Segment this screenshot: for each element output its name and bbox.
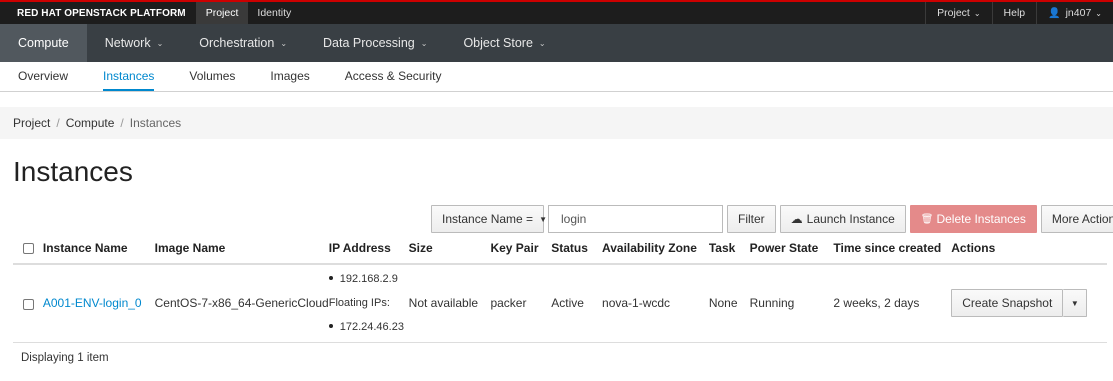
status-cell: Active <box>551 264 603 343</box>
delete-instances-button[interactable]: 🗑 Delete Instances <box>909 205 1037 233</box>
bullet-icon <box>328 276 333 281</box>
more-actions-button[interactable]: More Actions ▼ <box>1040 205 1113 233</box>
nav-network-label: Network <box>104 36 151 50</box>
project-dropdown[interactable]: Project ⌄ <box>925 2 991 24</box>
bullet-icon <box>328 324 333 329</box>
breadcrumb-compute[interactable]: Compute <box>66 116 115 130</box>
help-link[interactable]: Help <box>991 2 1037 24</box>
col-power-state[interactable]: Power State <box>749 233 834 265</box>
nav-data-processing-label: Data Processing <box>323 36 415 50</box>
launch-instance-button[interactable]: ☁ Launch Instance <box>779 205 906 233</box>
row-actions-toggle[interactable]: ▼ <box>1063 289 1088 318</box>
cloud-upload-icon: ☁ <box>790 212 803 226</box>
row-select-cell <box>13 264 43 343</box>
sub-nav: Overview Instances Volumes Images Access… <box>0 62 1113 92</box>
search-input[interactable]: login <box>548 205 723 233</box>
table-toolbar: Instance Name = ▼ login Filter ☁ Launch … <box>431 205 1113 233</box>
breadcrumb-project[interactable]: Project <box>13 116 50 130</box>
top-tab-identity[interactable]: Identity <box>247 2 300 24</box>
col-image-name[interactable]: Image Name <box>154 233 329 265</box>
chevron-down-icon: ⌄ <box>280 38 288 48</box>
delete-instances-label: Delete Instances <box>936 212 1026 226</box>
caret-down-icon: ▼ <box>539 214 547 224</box>
page-title: Instances <box>13 156 133 187</box>
size-cell: Not available <box>408 264 491 343</box>
breadcrumb-separator: / <box>120 116 124 130</box>
col-task[interactable]: Task <box>708 233 750 265</box>
ip-address-cell: 192.168.2.9 Floating IPs: 172.24.46.23 <box>328 264 409 343</box>
user-dropdown[interactable]: 👤 jn407 ⌄ <box>1036 2 1113 24</box>
col-actions: Actions <box>951 233 1107 265</box>
fixed-ip: 192.168.2.9 <box>339 273 398 286</box>
top-tab-project[interactable]: Project <box>195 2 248 24</box>
trash-icon: 🗑 <box>920 213 934 225</box>
key-pair-cell: packer <box>490 264 552 343</box>
nav-orchestration-label: Orchestration <box>199 36 275 50</box>
col-time-since-created[interactable]: Time since created <box>833 233 952 265</box>
col-instance-name[interactable]: Instance Name <box>42 233 155 265</box>
create-snapshot-button[interactable]: Create Snapshot <box>951 289 1064 318</box>
filter-field-select[interactable]: Instance Name = ▼ <box>431 205 547 233</box>
subnav-overview[interactable]: Overview <box>18 62 68 91</box>
user-name: jn407 <box>1065 7 1092 19</box>
main-nav: Compute Network ⌄ Orchestration ⌄ Data Pro… <box>0 24 1113 62</box>
power-state-cell: Running <box>749 264 834 343</box>
select-all-checkbox[interactable] <box>23 243 34 255</box>
nav-orchestration[interactable]: Orchestration ⌄ <box>181 24 305 62</box>
instance-name-link[interactable]: A001-ENV-login_0 <box>43 296 142 310</box>
col-status[interactable]: Status <box>551 233 603 265</box>
chevron-down-icon: ⌄ <box>420 38 428 48</box>
row-checkbox[interactable] <box>23 298 34 310</box>
breadcrumb-current: Instances <box>129 116 182 130</box>
nav-data-processing[interactable]: Data Processing ⌄ <box>305 24 445 62</box>
select-all-cell <box>13 233 43 265</box>
subnav-access-security[interactable]: Access & Security <box>345 62 442 91</box>
availability-zone-cell: nova-1-wcdc <box>602 264 709 343</box>
chevron-down-icon: ⌄ <box>538 38 546 48</box>
top-bar: RED HAT OPENSTACK PLATFORM Project Ident… <box>0 0 1113 24</box>
more-actions-label: More Actions <box>1051 212 1113 226</box>
nav-network[interactable]: Network ⌄ <box>87 24 182 62</box>
col-ip-address[interactable]: IP Address <box>328 233 409 265</box>
image-name-cell: CentOS-7-x86_64-GenericCloud <box>154 264 329 343</box>
time-since-created-cell: 2 weeks, 2 days <box>833 264 952 343</box>
subnav-volumes[interactable]: Volumes <box>189 62 235 91</box>
nav-compute-label: Compute <box>18 36 69 50</box>
subnav-images[interactable]: Images <box>270 62 309 91</box>
task-cell: None <box>708 264 750 343</box>
top-right-menu: Project ⌄ Help 👤 jn407 ⌄ <box>925 2 1113 24</box>
row-actions-group: Create Snapshot ▼ <box>951 289 1088 318</box>
user-icon: 👤 <box>1048 7 1061 19</box>
nav-object-store-label: Object Store <box>463 36 533 50</box>
chevron-down-icon: ⌄ <box>1095 8 1102 18</box>
nav-object-store[interactable]: Object Store ⌄ <box>445 24 563 62</box>
floating-ips-label: Floating IPs: <box>328 297 390 310</box>
instance-name-cell: A001-ENV-login_0 <box>42 264 155 343</box>
nav-compute[interactable]: Compute <box>0 24 87 62</box>
caret-down-icon: ▼ <box>1070 298 1079 308</box>
brand-logo: RED HAT OPENSTACK PLATFORM <box>17 7 186 19</box>
launch-instance-label: Launch Instance <box>806 212 895 226</box>
item-count: Displaying 1 item <box>21 352 109 364</box>
breadcrumb: Project / Compute / Instances <box>0 107 1113 139</box>
table-row: A001-ENV-login_0 CentOS-7-x86_64-Generic… <box>13 264 1107 343</box>
chevron-down-icon: ⌄ <box>973 8 981 18</box>
floating-ip: 172.24.46.23 <box>339 321 404 334</box>
col-availability-zone[interactable]: Availability Zone <box>602 233 709 265</box>
actions-cell: Create Snapshot ▼ <box>951 264 1107 343</box>
col-size[interactable]: Size <box>408 233 491 265</box>
project-dropdown-label: Project <box>937 7 970 19</box>
chevron-down-icon: ⌄ <box>156 38 164 48</box>
col-key-pair[interactable]: Key Pair <box>490 233 552 265</box>
filter-button[interactable]: Filter <box>727 205 776 233</box>
subnav-instances[interactable]: Instances <box>103 62 155 91</box>
instances-table: Instance Name Image Name IP Address Size… <box>13 233 1107 343</box>
filter-field-label: Instance Name = <box>442 212 534 226</box>
table-header-row: Instance Name Image Name IP Address Size… <box>13 233 1107 265</box>
breadcrumb-separator: / <box>56 116 60 130</box>
